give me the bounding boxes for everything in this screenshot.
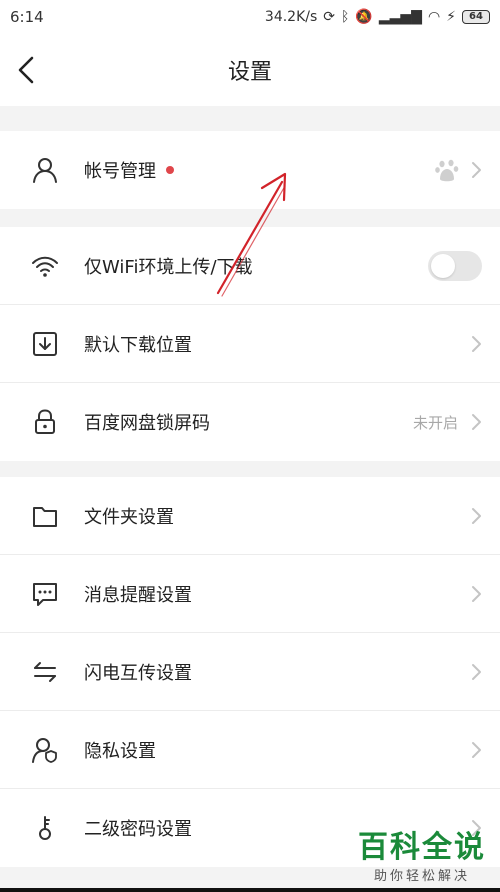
chevron-right-icon (472, 507, 481, 524)
folder-settings-row[interactable]: 文件夹设置 (0, 477, 500, 555)
chevron-right-icon (472, 335, 481, 352)
message-settings-row[interactable]: 消息提醒设置 (0, 555, 500, 633)
account-section: 帐号管理 (0, 131, 500, 209)
folder-settings-label: 文件夹设置 (84, 506, 174, 528)
lock-code-row[interactable]: 百度网盘锁屏码 未开启 (0, 383, 500, 461)
bluetooth-icon: ᛒ (341, 9, 350, 25)
transfer-section: 仅WiFi环境上传/下载 默认下载位置 百度网盘锁屏码 未开启 (0, 227, 500, 461)
account-management-label: 帐号管理 (84, 157, 174, 183)
sync-icon: ⟳ (323, 9, 336, 25)
privacy-icon (30, 735, 60, 765)
privacy-settings-label: 隐私设置 (84, 740, 156, 762)
mute-icon: 🔕 (355, 9, 373, 25)
chevron-right-icon (472, 162, 481, 178)
lock-code-status: 未开启 (412, 413, 458, 432)
page-title: 设置 (227, 60, 272, 85)
wifi-status-icon: ◠ (427, 9, 441, 25)
lock-code-label: 百度网盘锁屏码 (84, 413, 210, 434)
flash-transfer-label: 闪电互传设置 (84, 662, 192, 684)
download-icon (30, 329, 60, 359)
message-settings-label: 消息提醒设置 (84, 584, 192, 606)
more-settings-section: 文件夹设置 消息提醒设置 闪电互传设置 隐私设置 二级密码设置 (0, 477, 500, 867)
folder-icon (30, 501, 60, 531)
chevron-right-icon (472, 741, 481, 758)
notification-dot (166, 166, 174, 174)
privacy-settings-row[interactable]: 隐私设置 (0, 711, 500, 789)
message-icon (30, 579, 60, 609)
download-location-label: 默认下载位置 (84, 334, 192, 356)
signal-icon: ▂▃▅▇ (378, 9, 422, 25)
back-icon[interactable] (14, 54, 40, 86)
chevron-right-icon (472, 663, 481, 680)
watermark-subtitle: 助你轻松解决 (373, 869, 470, 884)
wifi-only-label: 仅WiFi环境上传/下载 (84, 256, 253, 278)
watermark-title: 百科全说 (358, 830, 486, 865)
wifi-only-row: 仅WiFi环境上传/下载 (0, 227, 500, 305)
secondary-password-label: 二级密码设置 (84, 819, 192, 840)
key-icon (30, 813, 60, 843)
flash-transfer-row[interactable]: 闪电互传设置 (0, 633, 500, 711)
chevron-right-icon (472, 585, 481, 602)
user-icon (30, 155, 60, 185)
charging-icon: ⚡ (446, 9, 456, 25)
download-location-row[interactable]: 默认下载位置 (0, 305, 500, 383)
status-time: 6:14 (10, 8, 44, 26)
net-speed: 34.2K/s (264, 9, 318, 25)
header: 设置 (0, 34, 500, 106)
chevron-right-icon (472, 414, 481, 430)
status-bar: 6:14 34.2K/s ⟳ ᛒ 🔕 ▂▃▅▇ ◠ ⚡ 64 (0, 0, 500, 34)
transfer-icon (30, 657, 60, 687)
bottom-edge (0, 888, 500, 892)
wifi-icon (30, 251, 60, 281)
account-management-row[interactable]: 帐号管理 (0, 131, 500, 209)
wifi-only-toggle[interactable] (428, 250, 482, 281)
lock-icon (30, 407, 60, 437)
baidu-icon (435, 159, 459, 182)
toggle-knob (431, 253, 455, 278)
status-icons: 34.2K/s ⟳ ᛒ 🔕 ▂▃▅▇ ◠ ⚡ 64 (265, 9, 490, 25)
battery-icon: 64 (462, 10, 490, 24)
watermark: 百科全说 助你轻松解决 (358, 830, 486, 885)
